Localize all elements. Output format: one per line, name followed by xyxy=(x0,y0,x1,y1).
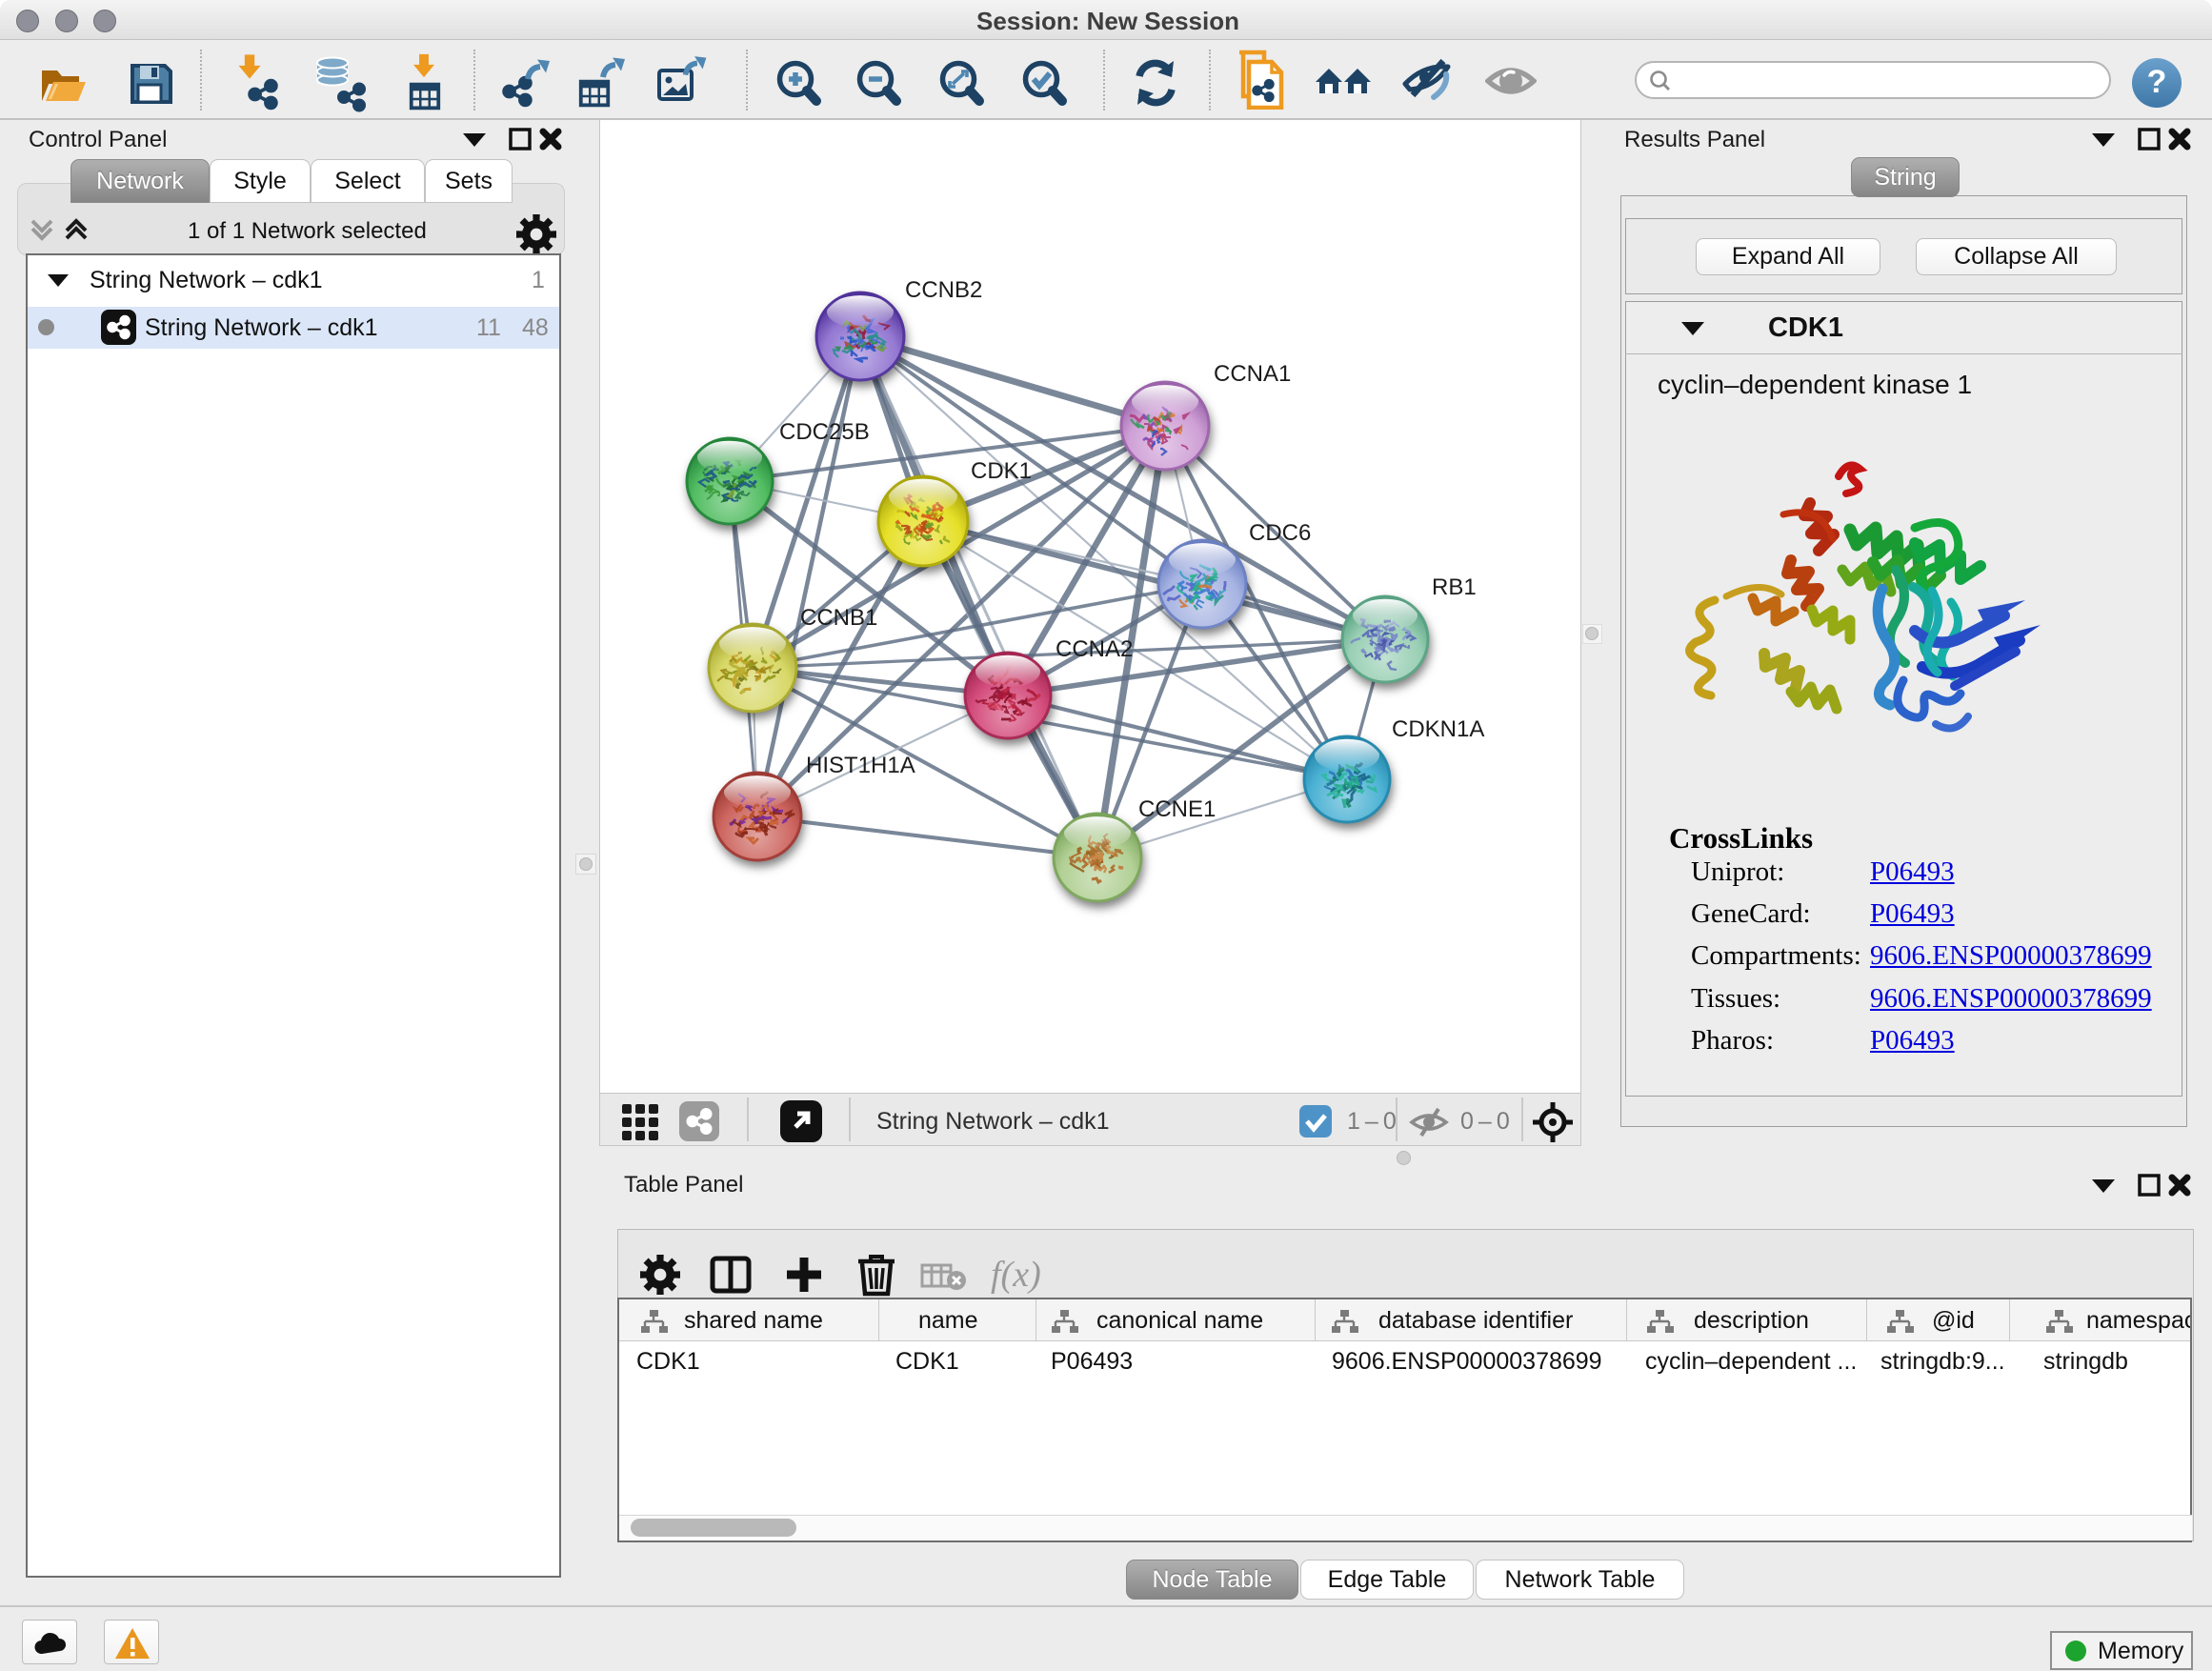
svg-text:CCNB2: CCNB2 xyxy=(905,277,982,303)
svg-text:RB1: RB1 xyxy=(1432,574,1477,600)
svg-text:CDK1: CDK1 xyxy=(971,458,1032,484)
svg-text:CCNA1: CCNA1 xyxy=(1214,361,1291,387)
svg-text:CCNE1: CCNE1 xyxy=(1138,796,1216,822)
svg-text:CCNA2: CCNA2 xyxy=(1056,636,1133,662)
svg-text:CCNB1: CCNB1 xyxy=(800,605,877,631)
svg-text:HIST1H1A: HIST1H1A xyxy=(806,753,915,778)
svg-text:CDC6: CDC6 xyxy=(1249,520,1311,546)
svg-text:CDKN1A: CDKN1A xyxy=(1392,716,1484,742)
svg-text:CDC25B: CDC25B xyxy=(779,419,870,445)
